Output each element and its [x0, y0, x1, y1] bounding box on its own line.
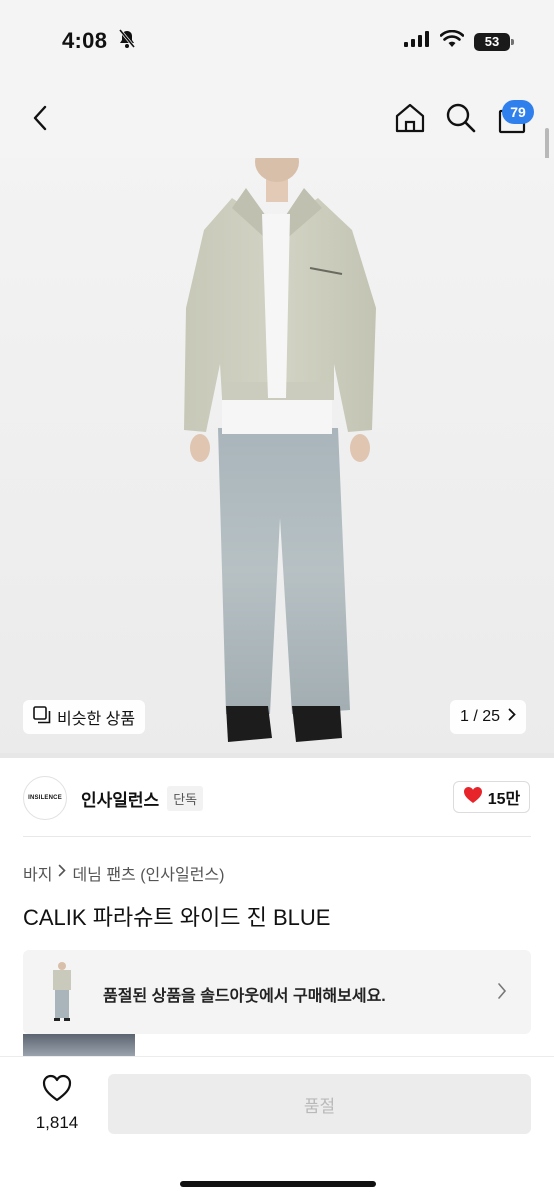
- back-button[interactable]: [24, 104, 56, 136]
- bell-muted-icon: [118, 29, 136, 54]
- banner-product-thumbnail: [49, 962, 75, 1022]
- home-indicator: [180, 1181, 376, 1187]
- chevron-left-icon: [32, 105, 48, 136]
- similar-products-label: 비슷한 상품: [57, 711, 136, 728]
- status-bar: 4:08 53: [0, 0, 554, 80]
- product-title: CALIK 파라슈트 와이드 진 BLUE: [23, 905, 331, 930]
- chevron-right-icon: [508, 708, 516, 726]
- wishlist-button[interactable]: 1,814: [26, 1074, 88, 1134]
- product-image[interactable]: [0, 158, 554, 758]
- heart-filled-icon: [463, 786, 483, 809]
- page-indicator: 1 / 25: [460, 708, 501, 725]
- content-peek-image: [23, 1034, 135, 1056]
- soldout-banner[interactable]: 품절된 상품을 솔드아웃에서 구매해보세요.: [23, 950, 531, 1034]
- model-photo: [0, 158, 554, 758]
- image-pager[interactable]: 1 / 25: [450, 700, 527, 734]
- search-icon: [445, 102, 477, 139]
- similar-products-icon: [33, 705, 51, 729]
- brand-name[interactable]: 인사일런스: [81, 786, 159, 811]
- like-button[interactable]: 15만: [453, 781, 530, 813]
- soldout-banner-text: 품절된 상품을 솔드아웃에서 구매해보세요.: [103, 988, 386, 1005]
- cart-count-badge: 79: [502, 100, 534, 124]
- cellular-signal-icon: [404, 31, 430, 52]
- wifi-icon: [439, 29, 465, 53]
- search-button[interactable]: [443, 102, 479, 138]
- like-count: 15만: [487, 791, 521, 808]
- divider: [23, 836, 531, 837]
- similar-products-button[interactable]: 비슷한 상품: [23, 700, 146, 734]
- brand-logo[interactable]: INSILENCE: [23, 776, 67, 820]
- home-button[interactable]: [392, 102, 428, 138]
- home-icon: [394, 102, 426, 139]
- heart-outline-icon: [42, 1074, 72, 1107]
- status-indicators: 53: [404, 29, 514, 53]
- chevron-right-icon: [58, 864, 67, 882]
- breadcrumb-subcategory[interactable]: 데님 팬츠 (인사일런스): [72, 861, 224, 885]
- brand-logo-text: INSILENCE: [28, 795, 62, 801]
- soldout-button[interactable]: 품절: [108, 1074, 531, 1134]
- wishlist-count: 1,814: [35, 1113, 79, 1132]
- breadcrumb: 바지 데님 팬츠 (인사일런스): [23, 861, 224, 885]
- chevron-right-icon: [497, 982, 507, 1005]
- battery-indicator: 53: [474, 32, 514, 51]
- exclusive-badge: 단독: [167, 785, 204, 811]
- breadcrumb-category[interactable]: 바지: [23, 861, 52, 885]
- status-time: 4:08: [62, 28, 108, 53]
